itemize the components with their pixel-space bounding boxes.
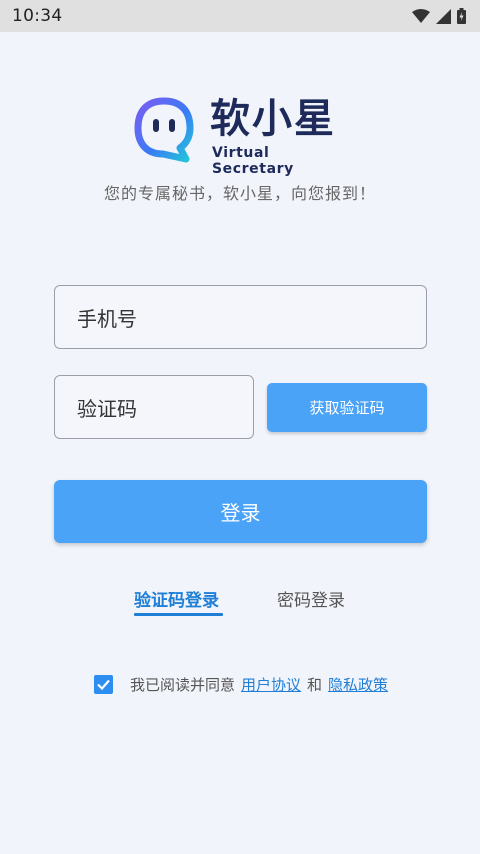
status-icons (412, 8, 466, 24)
tab-code-login[interactable]: 验证码登录 (134, 586, 219, 611)
wifi-icon (412, 8, 430, 23)
user-agreement-link[interactable]: 用户协议 (241, 674, 301, 695)
tab-password-login[interactable]: 密码登录 (277, 586, 345, 611)
get-code-button[interactable]: 获取验证码 (267, 383, 427, 432)
agreement-row: 我已阅读并同意 用户协议 和 隐私政策 (94, 673, 394, 695)
phone-placeholder: 手机号 (77, 306, 137, 331)
privacy-policy-link[interactable]: 隐私政策 (328, 674, 388, 695)
brand-subtitle: Virtual Secretary (212, 145, 294, 177)
cellular-signal-icon (436, 8, 451, 24)
agreement-checkbox[interactable] (94, 674, 113, 694)
active-tab-indicator (134, 613, 223, 616)
checkmark-icon (97, 679, 110, 690)
tagline: 您的专属秘书，软小星，向您报到！ (103, 184, 376, 203)
app-logo: 软小星 Virtual Secretary (134, 95, 348, 177)
verification-code-input[interactable]: 验证码 (54, 375, 254, 439)
code-placeholder: 验证码 (77, 396, 137, 421)
agreement-prefix: 我已阅读并同意 (130, 675, 236, 694)
brand-name: 软小星 (210, 96, 336, 142)
phone-input[interactable]: 手机号 (54, 285, 427, 349)
status-time: 10:34 (12, 6, 63, 26)
logo-chat-bubble-icon (134, 97, 194, 163)
battery-icon (457, 8, 466, 24)
login-button[interactable]: 登录 (54, 480, 427, 543)
status-bar: 10:34 (0, 0, 480, 32)
agreement-conjunction: 和 (307, 675, 323, 694)
